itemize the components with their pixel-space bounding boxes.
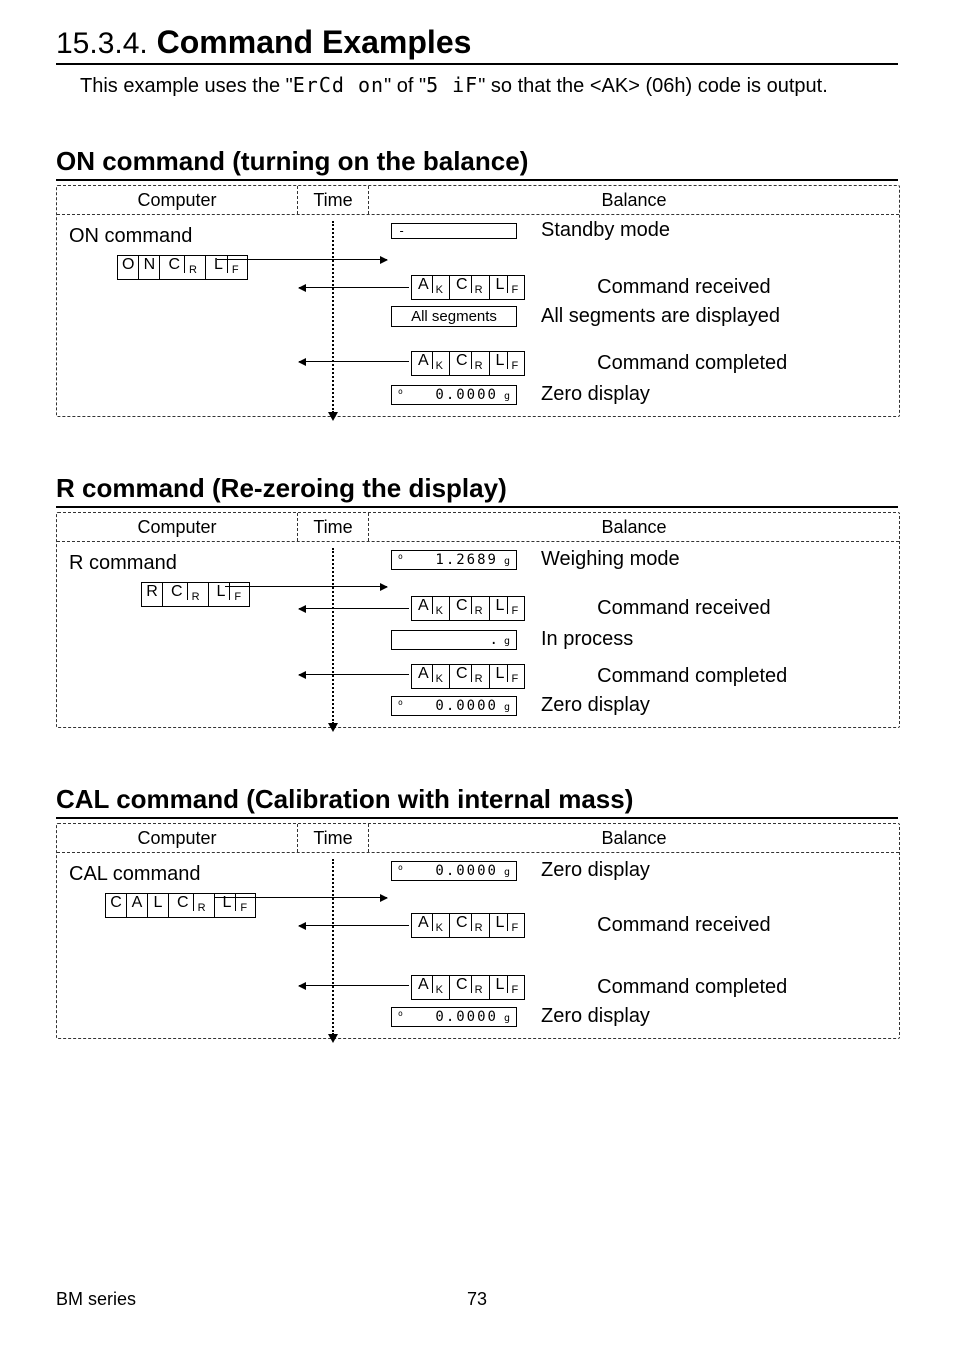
- zero2-text: Zero display: [541, 1005, 650, 1028]
- section-title: Command Examples: [157, 24, 472, 60]
- completed-text: Command completed: [597, 976, 787, 999]
- cal-completed: AK CR LF Command completed: [411, 975, 787, 1000]
- footer-series: BM series: [56, 1289, 136, 1310]
- r-cmd-label: R command: [69, 552, 285, 575]
- on-diagram: Computer Time Balance ON command O N CR …: [56, 185, 900, 417]
- received-text: Command received: [597, 276, 770, 299]
- inprocess-text: In process: [541, 628, 633, 651]
- r-diagram: Computer Time Balance R command R CR LF: [56, 512, 900, 728]
- completed-text: Command completed: [597, 665, 787, 688]
- footer-page: 73: [467, 1289, 487, 1310]
- time-axis: [332, 548, 334, 724]
- cal-received: AK CR LF Command received: [411, 913, 771, 938]
- allseg-box: All segments: [391, 306, 517, 327]
- on-allseg: All segments All segments are displayed: [391, 305, 780, 328]
- standby-display: -: [391, 223, 517, 239]
- received-text: Command received: [597, 914, 770, 937]
- zero-text: Zero display: [541, 383, 650, 406]
- cal-zero2: o0.0000g Zero display: [391, 1005, 650, 1028]
- zero-display: o0.0000g: [391, 385, 517, 405]
- r-zero: o0.0000g Zero display: [391, 694, 650, 717]
- r-received: AK CR LF Command received: [411, 596, 771, 621]
- cal-diagram: Computer Time Balance CAL command C A L …: [56, 823, 900, 1039]
- ack-box: AK CR LF: [411, 351, 525, 376]
- cal-cmd-label: CAL command: [69, 863, 285, 886]
- zero-display: o0.0000g: [391, 1007, 517, 1027]
- allseg-text: All segments are displayed: [541, 305, 780, 328]
- col-time: Time: [298, 186, 369, 214]
- zero-text: Zero display: [541, 694, 650, 717]
- arrow-ack1: [299, 608, 409, 609]
- arrow-ack2: [299, 361, 409, 362]
- r-weigh: o1.2689g Weighing mode: [391, 548, 680, 571]
- section-number: 15.3.4.: [56, 27, 148, 60]
- on-zero: o0.0000g Zero display: [391, 383, 650, 406]
- arrow-send: [215, 897, 387, 898]
- time-axis: [332, 221, 334, 413]
- arrow-send: [225, 586, 387, 587]
- completed-text: Command completed: [597, 352, 787, 375]
- time-axis: [332, 859, 334, 1035]
- zero-display: o0.0000g: [391, 696, 517, 716]
- seg7-5if: 5 iF: [426, 73, 478, 97]
- r-heading: R command (Re-zeroing the display): [56, 473, 898, 508]
- zero1-text: Zero display: [541, 859, 650, 882]
- seg7-ercd: ErCd on: [293, 73, 384, 97]
- weigh-text: Weighing mode: [541, 548, 680, 571]
- intro-text: This example uses the "ErCd on" of "5 iF…: [80, 73, 898, 98]
- section-header: 15.3.4. Command Examples: [56, 24, 898, 65]
- standby-text: Standby mode: [541, 219, 670, 242]
- zero-display: o0.0000g: [391, 861, 517, 881]
- on-received: AK CR LF Command received: [411, 275, 771, 300]
- col-balance: Balance: [369, 186, 899, 214]
- on-heading: ON command (turning on the balance): [56, 146, 898, 181]
- r-completed: AK CR LF Command completed: [411, 664, 787, 689]
- page-footer: BM series 73: [56, 1289, 898, 1310]
- on-standby: - Standby mode: [391, 219, 670, 242]
- arrow-ack1: [299, 925, 409, 926]
- on-completed: AK CR LF Command completed: [411, 351, 787, 376]
- cal-zero1: o0.0000g Zero display: [391, 859, 650, 882]
- inprocess-display: .g: [391, 630, 517, 650]
- on-cmd-label: ON command: [69, 225, 285, 248]
- ack-box: AK CR LF: [411, 275, 525, 300]
- r-inprocess: .g In process: [391, 628, 633, 651]
- arrow-ack1: [299, 287, 409, 288]
- weigh-display: o1.2689g: [391, 550, 517, 570]
- received-text: Command received: [597, 597, 770, 620]
- arrow-ack2: [299, 674, 409, 675]
- arrow-send: [217, 259, 387, 260]
- col-computer: Computer: [57, 186, 298, 214]
- cal-heading: CAL command (Calibration with internal m…: [56, 784, 898, 819]
- arrow-ack2: [299, 985, 409, 986]
